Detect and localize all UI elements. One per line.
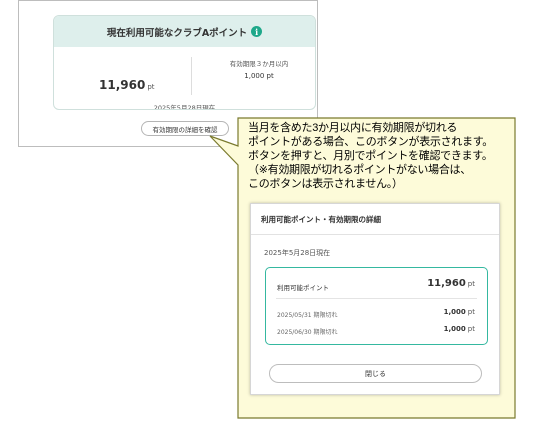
points-detail-modal: 利用可能ポイント・有効期限の詳細 2025年5月28日現在 利用可能ポイント 1…	[250, 203, 500, 395]
available-points-label: 利用可能ポイント	[277, 284, 329, 292]
available-points-value: 11,960	[427, 278, 466, 289]
expiry-row-unit: pt	[467, 325, 475, 333]
callout-line: ボタンを押すと、月別でポイントを確認できます。	[248, 150, 493, 162]
expiry-row-amount: 1,000	[443, 325, 466, 333]
available-points: 11,960 pt	[427, 278, 475, 289]
callout-line: ポイントがある場合、このボタンが表示されます。	[248, 136, 493, 148]
close-button[interactable]: 閉じる	[269, 364, 482, 383]
expiry-row-unit: pt	[467, 308, 475, 316]
callout-line: （※有効期限が切れるポイントがない場合は、	[248, 164, 471, 176]
modal-title: 利用可能ポイント・有効期限の詳細	[261, 215, 381, 224]
modal-divider	[251, 234, 499, 235]
callout-line: このボタンは表示されません。）	[248, 178, 403, 190]
available-points-unit: pt	[467, 280, 475, 288]
points-detail-box: 利用可能ポイント 11,960 pt 2025/05/31 期限切れ 1,000 p…	[265, 267, 488, 345]
expiry-row-label: 2025/05/31 期限切れ	[277, 312, 338, 319]
expiry-row-value: 1,000 pt	[444, 308, 475, 316]
expiry-row-label: 2025/06/30 期限切れ	[277, 329, 338, 336]
expiry-row-amount: 1,000	[443, 308, 466, 316]
callout-line: 当月を含めた3か月以内に有効期限が切れる	[248, 122, 458, 134]
callout-text: 当月を含めた3か月以内に有効期限が切れる ポイントがある場合、このボタンが表示さ…	[248, 121, 520, 191]
expiry-row-value: 1,000 pt	[444, 325, 475, 333]
modal-as-of-date: 2025年5月28日現在	[264, 249, 331, 257]
box-divider	[276, 298, 477, 299]
